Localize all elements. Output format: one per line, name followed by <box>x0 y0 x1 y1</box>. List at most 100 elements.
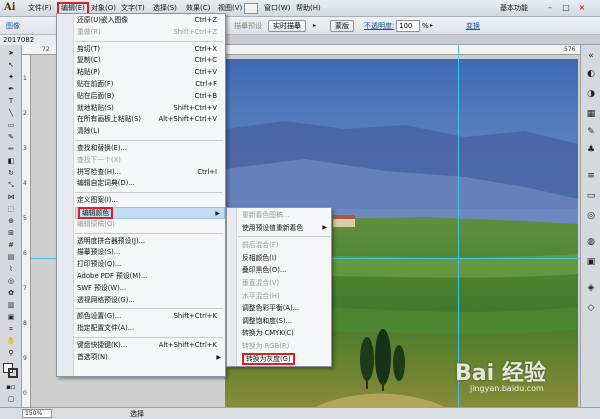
edit-menu-item[interactable]: 贴在后面(B) Ctrl+B <box>75 91 225 103</box>
menu-file[interactable]: 文件(F) <box>26 2 54 15</box>
edit-menu-item[interactable]: 查找和替换(E)... <box>75 143 225 155</box>
submenu-item[interactable]: 叠印黑色(O)... <box>238 264 331 277</box>
swatches-panel-icon[interactable]: ▦ <box>585 109 597 119</box>
bridge-icon[interactable] <box>244 3 258 14</box>
opacity-input[interactable] <box>396 20 420 32</box>
appearance-panel-icon[interactable]: ◍ <box>585 237 597 247</box>
document-tab[interactable]: 2017082 <box>0 35 62 45</box>
direct-selection-tool-icon[interactable]: ↖ <box>2 61 20 70</box>
edit-menu-item[interactable]: 拼写检查(H)... Ctrl+I <box>75 167 225 179</box>
minimize-icon[interactable]: – <box>544 3 556 14</box>
edit-menu-item[interactable]: 还原(U)嵌入图像 Ctrl+Z <box>75 15 225 27</box>
gradient-tool-icon[interactable]: ▤ <box>2 253 20 262</box>
stroke-swatch[interactable] <box>8 368 18 378</box>
workspace-switcher[interactable]: 基本功能 <box>500 2 528 15</box>
color-panel-icon[interactable]: ◐ <box>585 69 597 79</box>
submenu-item[interactable]: 调整色彩平衡(A)... <box>238 302 331 315</box>
color-mode-icon[interactable]: ▪▫ <box>2 383 20 392</box>
hand-tool-icon[interactable]: ✋ <box>2 337 20 346</box>
edit-menu-item[interactable]: 编辑原稿(O) <box>75 219 225 231</box>
eyedropper-tool-icon[interactable]: ⌇ <box>2 265 20 274</box>
graphic-styles-icon[interactable]: ▣ <box>585 257 597 267</box>
submenu-item[interactable]: 转换为 CMYK(C) <box>238 327 331 340</box>
submenu-item[interactable]: 使用预设值重新着色 ▶ <box>238 222 331 235</box>
transform-link[interactable]: 变换 <box>466 20 480 32</box>
convert-to-grayscale-menu-item[interactable]: 转换为灰度(G) <box>238 352 331 366</box>
edit-menu-item[interactable]: 查找下一个(X) <box>75 155 225 167</box>
vertical-ruler[interactable]: 1 2 3 4 5 6 7 8 9 0 <box>22 55 31 407</box>
pencil-tool-icon[interactable]: ✏ <box>2 145 20 154</box>
mesh-tool-icon[interactable]: # <box>2 241 20 250</box>
edit-menu-item[interactable]: 颜色设置(G)... Shift+Ctrl+K <box>75 311 225 323</box>
color-guide-icon[interactable]: ◑ <box>585 89 597 99</box>
edit-menu-item[interactable]: SWF 预设(W)... <box>75 283 225 295</box>
free-transform-tool-icon[interactable]: ⬚ <box>2 205 20 214</box>
edit-menu-item[interactable]: 在所有画板上粘贴(S) Alt+Shift+Ctrl+V <box>75 114 225 126</box>
magic-wand-tool-icon[interactable]: ✦ <box>2 73 20 82</box>
screen-mode-icon[interactable]: ▢ <box>2 395 20 404</box>
artboards-panel-icon[interactable]: ◇ <box>585 303 597 313</box>
slice-tool-icon[interactable]: ⌗ <box>2 325 20 334</box>
line-tool-icon[interactable]: ╲ <box>2 109 20 118</box>
trace-dropdown-icon[interactable]: ▸ <box>313 20 316 32</box>
submenu-item[interactable]: 前后混合(F) <box>238 239 331 252</box>
panel-collapse-icon[interactable]: « <box>585 51 597 61</box>
stroke-panel-icon[interactable]: ≡ <box>585 171 597 181</box>
symbol-sprayer-tool-icon[interactable]: ✿ <box>2 289 20 298</box>
edit-menu-item[interactable]: 重做(R) Shift+Ctrl+Z <box>75 27 225 39</box>
mask-button[interactable]: 蒙版 <box>330 20 354 32</box>
selection-type-label[interactable]: 图像 <box>6 20 20 32</box>
edit-menu-item[interactable]: 首选项(N) ▶ <box>75 352 225 364</box>
edit-menu-item[interactable]: 剪切(T) Ctrl+X <box>75 44 225 56</box>
perspective-grid-tool-icon[interactable]: ⊞ <box>2 229 20 238</box>
menu-window[interactable]: 窗口(W) <box>262 2 292 15</box>
edit-menu-item[interactable]: 透明度拼合器预设(J)... <box>75 236 225 248</box>
edit-menu-item[interactable]: 编辑自定词典(D)... <box>75 178 225 190</box>
graph-tool-icon[interactable]: ▥ <box>2 301 20 310</box>
opacity-label[interactable]: 不透明度: <box>364 20 394 32</box>
paintbrush-tool-icon[interactable]: ✎ <box>2 133 20 142</box>
edit-menu-item[interactable]: 指定配置文件(A)... <box>75 323 225 335</box>
maximize-icon[interactable]: □ <box>560 3 572 14</box>
edit-menu-item[interactable]: 就地粘贴(S) Shift+Ctrl+V <box>75 103 225 115</box>
submenu-item[interactable]: 调整饱和度(S)... <box>238 315 331 328</box>
artboard-tool-icon[interactable]: ▣ <box>2 313 20 322</box>
transparency-panel-icon[interactable]: ◎ <box>585 211 597 221</box>
zoom-tool-icon[interactable]: ⚲ <box>2 349 20 358</box>
submenu-item[interactable]: 垂直混合(V) <box>238 277 331 290</box>
gradient-panel-icon[interactable]: ▭ <box>585 191 597 201</box>
zoom-field[interactable]: 150% <box>22 409 52 418</box>
opacity-dropdown-icon[interactable]: ▸ <box>430 20 433 32</box>
symbols-panel-icon[interactable]: ♣ <box>585 145 597 155</box>
width-tool-icon[interactable]: ⋈ <box>2 193 20 202</box>
shape-builder-tool-icon[interactable]: ⊕ <box>2 217 20 226</box>
live-trace-button[interactable]: 实时描摹 <box>268 20 306 32</box>
edit-colors-menu-item[interactable]: 编辑颜色 ▶ <box>75 207 225 219</box>
rectangle-tool-icon[interactable]: ▭ <box>2 121 20 130</box>
close-icon[interactable]: × <box>576 3 588 14</box>
vertical-guide[interactable] <box>458 45 459 407</box>
layers-panel-icon[interactable]: ◈ <box>585 283 597 293</box>
edit-menu-item[interactable]: Adobe PDF 预设(M)... <box>75 271 225 283</box>
submenu-item[interactable]: 重新着色图稿... <box>238 209 331 222</box>
edit-menu-item[interactable]: 定义图案(I)... <box>75 195 225 207</box>
edit-menu-item[interactable]: 打印预设(Q)... <box>75 259 225 271</box>
submenu-item[interactable]: 水平混合(H) <box>238 290 331 303</box>
rotate-tool-icon[interactable]: ↻ <box>2 169 20 178</box>
menu-help[interactable]: 帮助(H) <box>294 2 323 15</box>
scale-tool-icon[interactable]: ⤡ <box>2 181 20 190</box>
eraser-tool-icon[interactable]: ◧ <box>2 157 20 166</box>
selection-tool-icon[interactable]: ➤ <box>2 49 20 58</box>
edit-menu-item[interactable]: 清除(L) <box>75 126 225 138</box>
edit-menu-item[interactable]: 键盘快捷键(K)... Alt+Shift+Ctrl+K <box>75 340 225 352</box>
type-tool-icon[interactable]: T <box>2 97 20 106</box>
blend-tool-icon[interactable]: ◎ <box>2 277 20 286</box>
edit-menu-item[interactable]: 贴在前面(F) Ctrl+F <box>75 79 225 91</box>
pen-tool-icon[interactable]: ✒ <box>2 85 20 94</box>
edit-menu-item[interactable]: 粘贴(P) Ctrl+V <box>75 67 225 79</box>
edit-menu-item[interactable]: 透视网格预设(G)... <box>75 295 225 307</box>
submenu-item[interactable]: 转换为 RGB(R) <box>238 340 331 353</box>
edit-menu-item[interactable]: 描摹预设(S)... <box>75 247 225 259</box>
brushes-panel-icon[interactable]: ✎ <box>585 127 597 137</box>
edit-menu-item[interactable]: 复制(C) Ctrl+C <box>75 55 225 67</box>
